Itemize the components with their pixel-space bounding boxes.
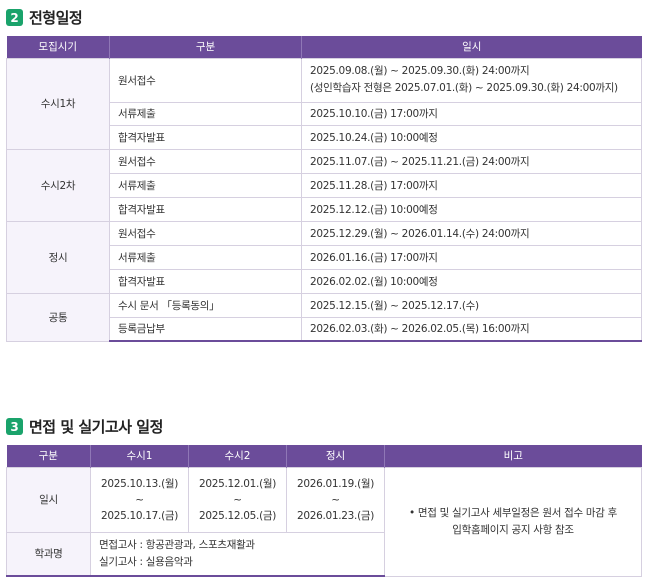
header-category: 구분 — [6, 445, 91, 467]
category-cell: 서류제출 — [109, 244, 302, 270]
category-cell: 서류제출 — [109, 172, 302, 198]
category-cell: 원서접수 — [109, 220, 302, 246]
department-line: 면접고사 : 항공관광과, 스포츠재활과 — [99, 538, 255, 551]
period-cell: 수시2차 — [6, 148, 110, 222]
category-cell: 합격자발표 — [109, 268, 302, 294]
header-jeongsi: 정시 — [286, 445, 385, 467]
datetime-cell: 2025.12.12.(금) 10:00예정 — [301, 196, 642, 222]
end-date: 2025.10.17.(금) — [100, 509, 179, 522]
end-date: 2025.12.05.(금) — [198, 509, 277, 522]
datetime-line-extra: (성인학습자 전형은 2025.07.01.(화) ~ 2025.09.30.(… — [310, 82, 618, 94]
datetime-cell: 2025.10.10.(금) 17:00까지 — [301, 101, 642, 126]
start-date: 2025.12.01.(월) — [198, 477, 277, 490]
tilde: ~ — [331, 493, 340, 506]
datetime-cell: 2025.11.28.(금) 17:00까지 — [301, 172, 642, 198]
period-cell: 수시1차 — [6, 57, 110, 150]
table-row: 정시 원서접수 2025.12.29.(월) ~ 2026.01.14.(수) … — [6, 220, 642, 294]
header-sushi1: 수시1 — [90, 445, 189, 467]
section-number-badge: 3 — [6, 418, 23, 435]
start-date: 2025.10.13.(월) — [100, 477, 179, 490]
datetime-cell: 2026.02.03.(화) ~ 2026.02.05.(목) 16:00까지 — [301, 316, 642, 342]
department-line: 실기고사 : 실용음악과 — [99, 555, 193, 568]
category-cell: 합격자발표 — [109, 196, 302, 222]
sushi2-date-cell: 2025.12.01.(월) ~ 2025.12.05.(금) — [188, 466, 287, 533]
datetime-cell: 2025.10.24.(금) 10:00예정 — [301, 124, 642, 150]
department-cell: 면접고사 : 항공관광과, 스포츠재활과 실기고사 : 실용음악과 — [90, 531, 385, 577]
start-date: 2026.01.19.(월) — [296, 477, 375, 490]
category-cell: 서류제출 — [109, 101, 302, 126]
category-cell: 원서접수 — [109, 57, 302, 103]
note-line: • 면접 및 실기고사 세부일정은 원서 접수 마감 후 — [408, 506, 618, 519]
table-row: 수시1차 원서접수 2025.09.08.(월) ~ 2025.09.30.(화… — [6, 57, 642, 150]
table-header-row: 모집시기 구분 일시 — [6, 36, 642, 58]
table-row: 일시 2025.10.13.(월) ~ 2025.10.17.(금) 2025.… — [6, 466, 642, 577]
schedule-label-cell: 일시 — [6, 466, 91, 533]
period-cell: 정시 — [6, 220, 110, 294]
sushi1-date-cell: 2025.10.13.(월) ~ 2025.10.17.(금) — [90, 466, 189, 533]
header-sushi2: 수시2 — [188, 445, 287, 467]
admission-schedule-table: 모집시기 구분 일시 수시1차 원서접수 2025.09.08.(월) ~ 20… — [6, 36, 642, 342]
datetime-cell: 2025.11.07.(금) ~ 2025.11.21.(금) 24:00까지 — [301, 148, 642, 174]
section-title: 면접 및 실기고사 일정 — [29, 418, 163, 436]
datetime-cell: 2026.02.02.(월) 10:00예정 — [301, 268, 642, 294]
header-datetime: 일시 — [301, 36, 642, 58]
datetime-line: 2025.09.08.(월) ~ 2025.09.30.(화) 24:00까지 — [310, 65, 530, 77]
section-heading-interview: 3 면접 및 실기고사 일정 — [6, 416, 163, 437]
department-label-cell: 학과명 — [6, 531, 91, 577]
table-header-row: 구분 수시1 수시2 정시 비고 — [6, 445, 642, 467]
datetime-cell: 2025.12.15.(월) ~ 2025.12.17.(수) — [301, 292, 642, 318]
header-note: 비고 — [384, 445, 642, 467]
section-number-badge: 2 — [6, 9, 23, 26]
table-row: 수시2차 원서접수 2025.11.07.(금) ~ 2025.11.21.(금… — [6, 148, 642, 222]
section-title: 전형일정 — [29, 9, 83, 27]
end-date: 2026.01.23.(금) — [296, 509, 375, 522]
category-cell: 수시 문서 「등록동의」 — [109, 292, 302, 318]
period-cell: 공통 — [6, 292, 110, 342]
jeongsi-date-cell: 2026.01.19.(월) ~ 2026.01.23.(금) — [286, 466, 385, 533]
category-cell: 등록금납부 — [109, 316, 302, 342]
category-cell: 합격자발표 — [109, 124, 302, 150]
table-row: 공통 수시 문서 「등록동의」 2025.12.15.(월) ~ 2025.12… — [6, 292, 642, 342]
datetime-cell: 2025.09.08.(월) ~ 2025.09.30.(화) 24:00까지 … — [301, 57, 642, 103]
note-cell: • 면접 및 실기고사 세부일정은 원서 접수 마감 후 입학홈페이지 공지 사… — [384, 466, 642, 577]
note-line: 입학홈페이지 공지 사항 참조 — [452, 523, 574, 536]
header-category: 구분 — [109, 36, 302, 58]
interview-schedule-table: 구분 수시1 수시2 정시 비고 일시 2025.10.13.(월) ~ 202… — [6, 445, 642, 577]
tilde: ~ — [135, 493, 144, 506]
header-period: 모집시기 — [6, 36, 110, 58]
datetime-cell: 2025.12.29.(월) ~ 2026.01.14.(수) 24:00까지 — [301, 220, 642, 246]
section-heading-schedule: 2 전형일정 — [6, 7, 83, 28]
tilde: ~ — [233, 493, 242, 506]
category-cell: 원서접수 — [109, 148, 302, 174]
datetime-cell: 2026.01.16.(금) 17:00까지 — [301, 244, 642, 270]
